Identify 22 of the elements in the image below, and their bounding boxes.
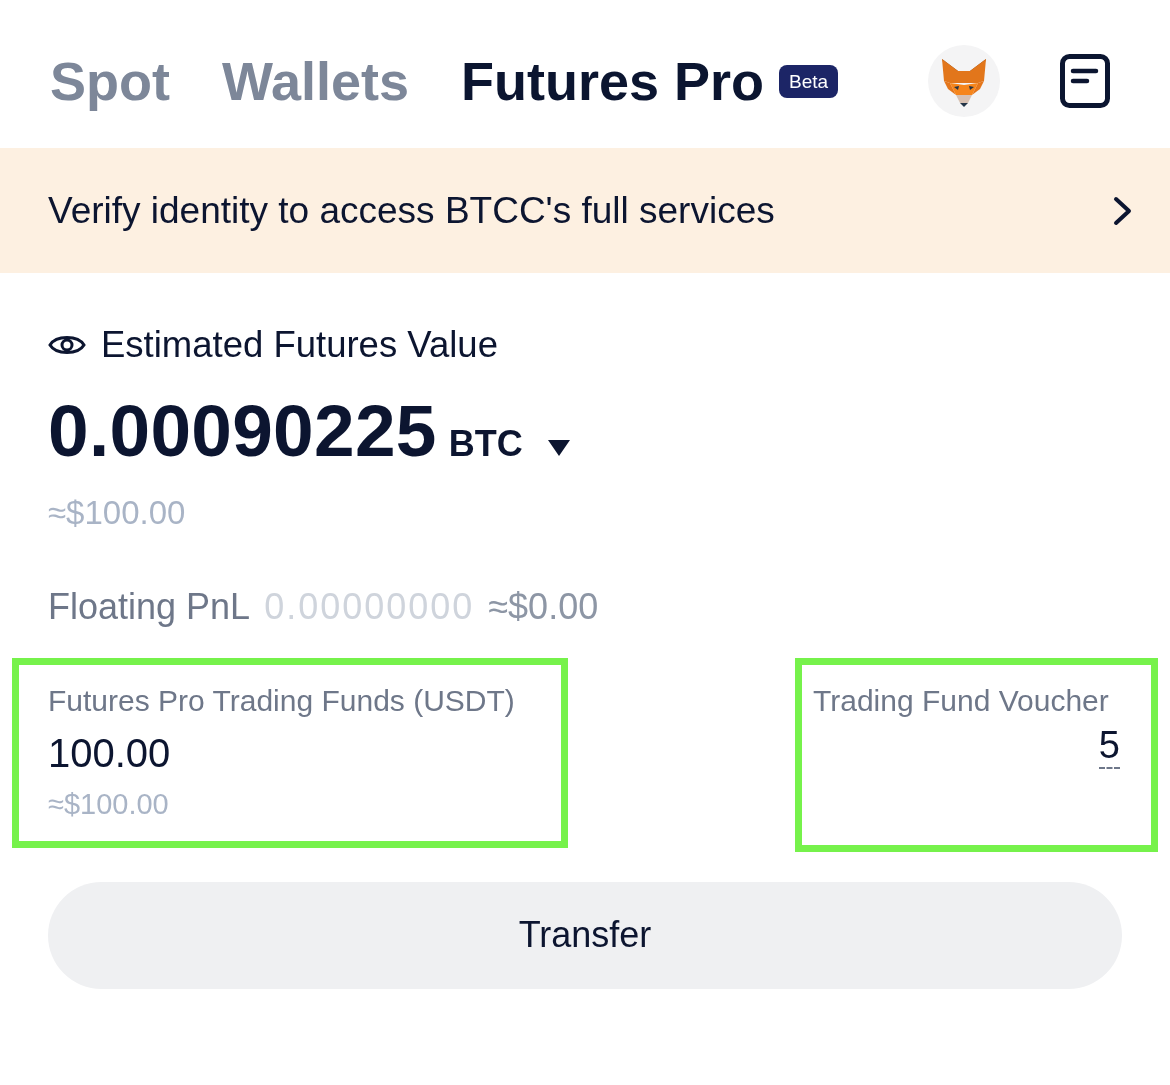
- banner-text: Verify identity to access BTCC's full services: [48, 188, 775, 233]
- estimate-value: 0.00090225: [48, 390, 437, 472]
- tab[interactable]: Spot: [24, 48, 196, 114]
- caret-down-icon[interactable]: [547, 439, 570, 456]
- fund-value: 100.00: [48, 729, 171, 777]
- fund-usd-value: ≈$100.00: [48, 786, 169, 822]
- document-icon[interactable]: [1060, 54, 1110, 108]
- beta-badge: Beta: [779, 64, 839, 98]
- estimate-label: Estimated Futures Value: [101, 323, 498, 367]
- pnl-label: Floating PnL: [48, 584, 251, 628]
- usd-estimate: ≈$100.00: [48, 493, 186, 533]
- tab[interactable]: Futures Pro: [435, 48, 765, 114]
- transfer-button[interactable]: Transfer: [48, 881, 1122, 989]
- tab[interactable]: Wallets: [196, 48, 436, 114]
- fox-icon[interactable]: [928, 45, 1000, 117]
- fund-label: Futures Pro Trading Funds (USDT): [48, 682, 515, 719]
- voucher-count[interactable]: 5: [1098, 724, 1120, 769]
- chevron-right-icon[interactable]: [1112, 195, 1134, 226]
- pnl-usd-value: ≈$0.00: [488, 584, 599, 628]
- currency-unit: BTC: [448, 421, 523, 466]
- voucher-label: Trading Fund Voucher: [813, 682, 1109, 719]
- verify-banner[interactable]: Verify identity to access BTCC's full services: [0, 148, 1170, 273]
